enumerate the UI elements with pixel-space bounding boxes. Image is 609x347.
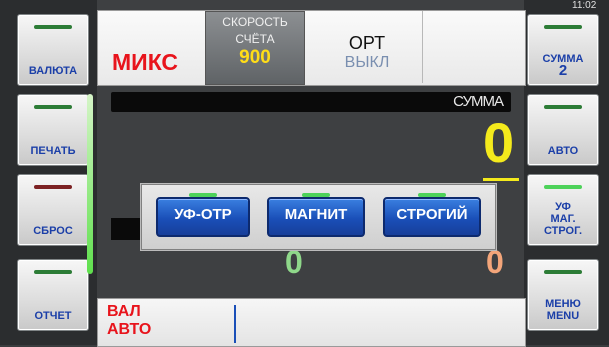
currency-status-line2: АВТО [107, 321, 152, 338]
print-button[interactable]: ПЕЧАТЬ [17, 94, 89, 166]
magnetic-label: МАГНИТ [284, 206, 348, 223]
menu-label: МЕНЮ MENU [545, 298, 581, 322]
indicator-bar [544, 270, 582, 274]
sum-button[interactable]: СУММА 2 [527, 14, 599, 86]
strict-label: СТРОГИЙ [396, 206, 468, 223]
sum-underline [483, 178, 519, 181]
indicator-bar [34, 25, 72, 29]
top-status-bar: МИКС СКОРОСТЬ СЧЁТА 900 ОРТ ВЫКЛ [97, 10, 526, 86]
clock: 11:02 [572, 0, 597, 11]
report-button[interactable]: ОТЧЕТ [17, 259, 89, 331]
report-label: ОТЧЕТ [34, 310, 72, 322]
auto-button[interactable]: АВТО [527, 94, 599, 166]
speed-label-line1: СКОРОСТЬ [222, 15, 288, 29]
indicator-bar [34, 105, 72, 109]
detection-mode-label: УФ МАГ. СТРОГ. [543, 201, 583, 237]
speed-label-line2: СЧЁТА [235, 32, 275, 46]
sum-value: 0 [483, 111, 515, 174]
reset-label: СБРОС [33, 225, 73, 237]
ort-status[interactable]: ОРТ ВЫКЛ [330, 33, 404, 72]
sum-button-label: СУММА 2 [543, 53, 584, 79]
uv-detect-label: УФ-ОТР [174, 206, 232, 223]
indicator-bar [544, 25, 582, 29]
active-indicator [189, 193, 217, 197]
auto-label: АВТО [547, 145, 579, 157]
active-indicator [418, 193, 446, 197]
active-indicator [302, 193, 330, 197]
speed-value: 900 [239, 47, 271, 68]
sum-button-value: 2 [558, 62, 568, 79]
ort-value: ВЫКЛ [344, 54, 390, 71]
bottom-status-bar: ВАЛ АВТО [97, 298, 526, 347]
strict-button[interactable]: СТРОГИЙ [383, 193, 481, 237]
menu-button[interactable]: МЕНЮ MENU [527, 259, 599, 331]
detection-mode-button[interactable]: УФ МАГ. СТРОГ. [527, 174, 599, 246]
indicator-bar [34, 185, 72, 189]
detection-mode-dialog: УФ-ОТР МАГНИТ СТРОГИЙ [141, 184, 496, 250]
main-panel: МИКС СКОРОСТЬ СЧЁТА 900 ОРТ ВЫКЛ СУММА 0… [97, 0, 526, 347]
currency-button[interactable]: ВАЛЮТА [17, 14, 89, 86]
count-header-bar [111, 218, 141, 240]
mode-label[interactable]: МИКС [112, 49, 178, 76]
currency-status-line1: ВАЛ [107, 303, 141, 320]
sum-label: СУММА [453, 93, 504, 110]
indicator-bar [34, 270, 72, 274]
indicator-bar [544, 105, 582, 109]
active-glow [87, 94, 93, 274]
uv-detect-button[interactable]: УФ-ОТР [156, 193, 250, 237]
count-speed-button[interactable]: СКОРОСТЬ СЧЁТА 900 [205, 11, 305, 85]
indicator-bar [544, 185, 582, 189]
divider [234, 305, 236, 343]
reset-button[interactable]: СБРОС [17, 174, 89, 246]
print-label: ПЕЧАТЬ [30, 145, 76, 157]
currency-label: ВАЛЮТА [28, 65, 78, 77]
currency-auto-status[interactable]: ВАЛ АВТО [107, 303, 151, 339]
divider [422, 11, 423, 83]
magnetic-button[interactable]: МАГНИТ [267, 193, 365, 237]
sum-header-bar: СУММА [111, 92, 511, 112]
ort-label: ОРТ [348, 33, 386, 53]
